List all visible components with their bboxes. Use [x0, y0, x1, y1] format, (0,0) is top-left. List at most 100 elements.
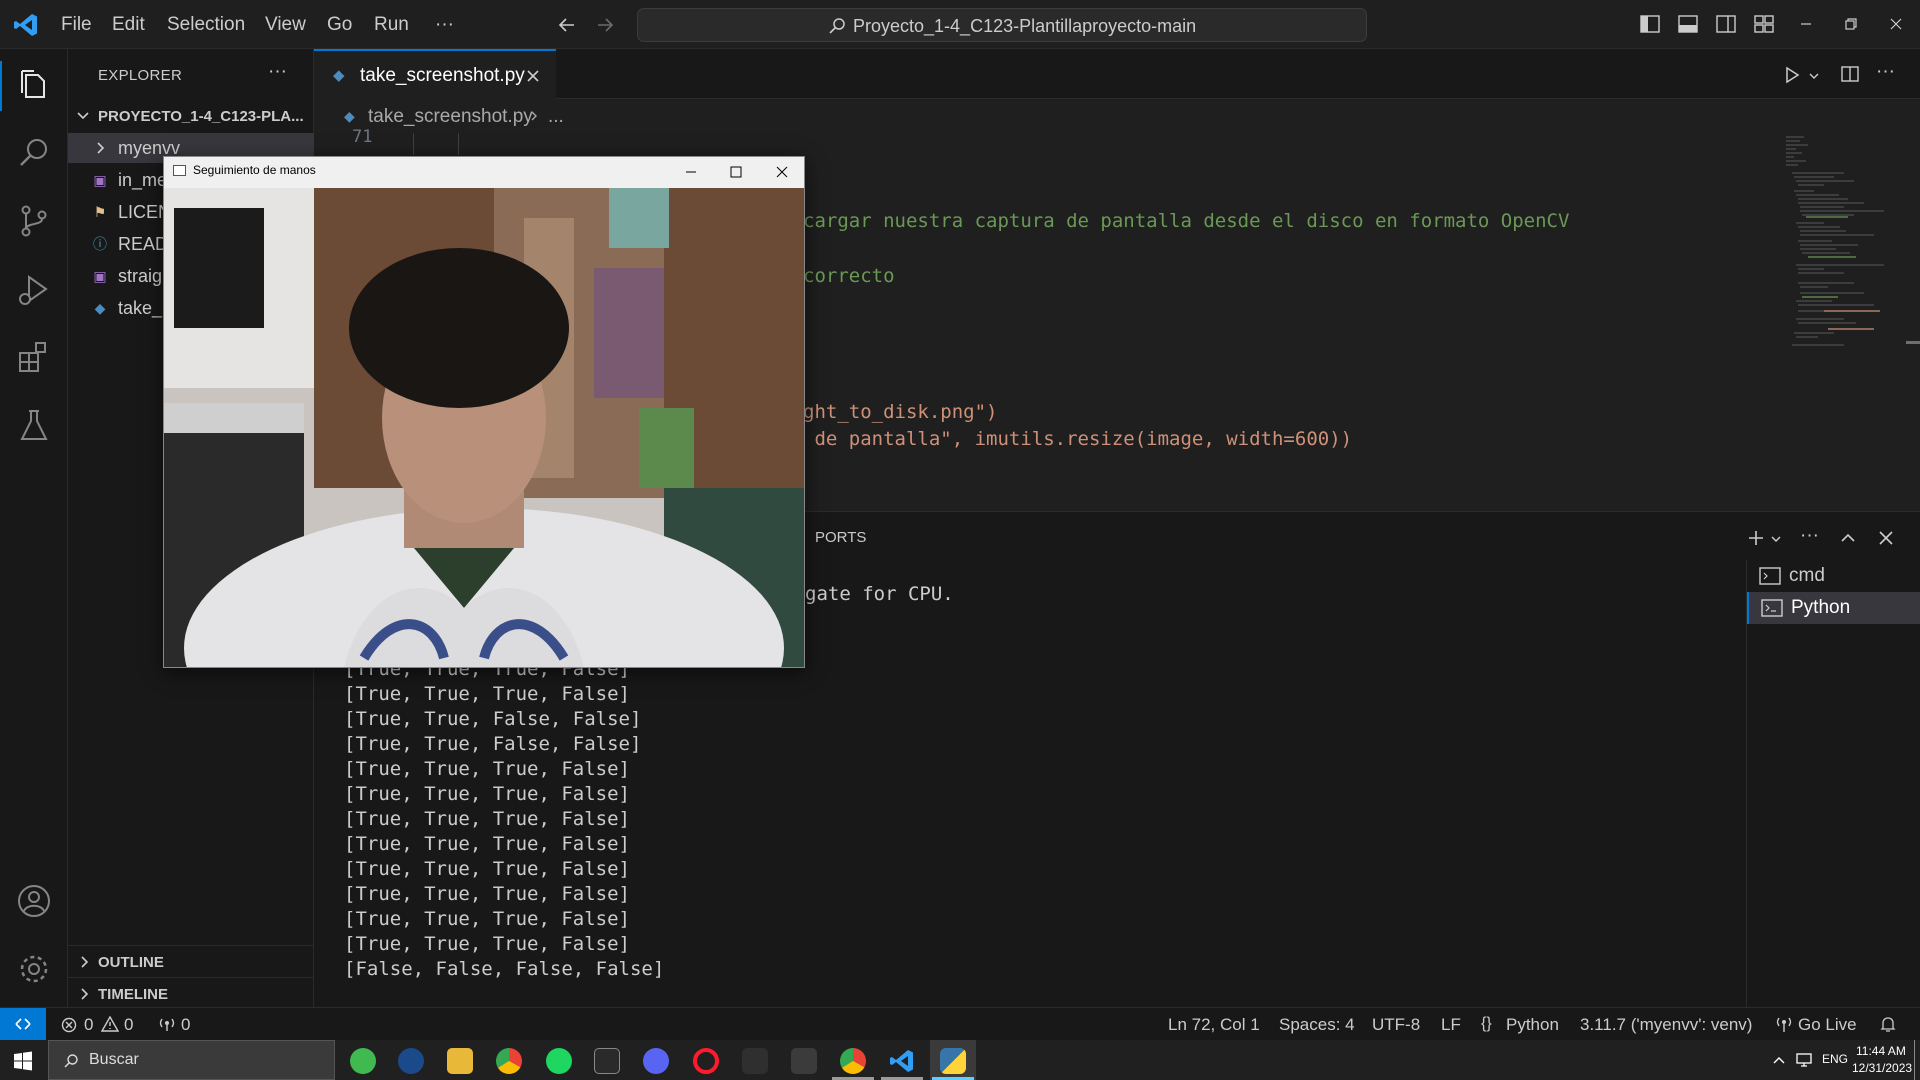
chevron-down-icon[interactable] [1808, 70, 1820, 82]
toggle-primary-sidebar-icon[interactable] [1639, 13, 1661, 35]
clock-date[interactable]: 12/31/2023 [1852, 1061, 1912, 1075]
language-indicator[interactable]: ENG [1822, 1052, 1848, 1066]
image-file-icon: ▣ [93, 172, 107, 188]
broadcast-icon[interactable] [158, 1016, 176, 1032]
python-interpreter[interactable]: 3.11.7 ('myenvv': venv) [1580, 1015, 1752, 1035]
indent-guide [458, 133, 459, 155]
close-panel-icon[interactable] [1876, 528, 1896, 548]
python-file-icon: ◆ [333, 67, 345, 84]
indentation[interactable]: Spaces: 4 [1279, 1015, 1355, 1035]
chrome-app-icon[interactable] [840, 1048, 866, 1074]
go-live-icon[interactable] [1776, 1016, 1792, 1033]
run-debug-icon[interactable] [14, 269, 54, 309]
minimap[interactable] [1784, 133, 1904, 511]
steam-app-icon[interactable] [398, 1048, 424, 1074]
restore-icon[interactable] [1840, 13, 1862, 35]
go-live-button[interactable]: Go Live [1798, 1015, 1857, 1035]
windows-taskbar: Buscar ENG 11:44 AM 12/31/2023 [0, 1040, 1920, 1080]
clock-time[interactable]: 11:44 AM [1856, 1044, 1906, 1058]
remote-indicator[interactable] [0, 1008, 46, 1040]
explorer-title: EXPLORER [98, 67, 183, 84]
explorer-more-button[interactable]: ··· [268, 61, 287, 83]
music-app-icon[interactable] [791, 1048, 817, 1074]
menu-selection[interactable]: Selection [167, 14, 245, 36]
terminal-item-python[interactable]: Python [1747, 592, 1920, 624]
breadcrumb-more[interactable]: ... [548, 106, 564, 128]
panel-more-icon[interactable]: ··· [1800, 525, 1819, 547]
command-center[interactable]: Proyecto_1-4_C123-Plantillaproyecto-main [637, 8, 1367, 42]
chevron-up-icon[interactable] [1772, 1054, 1786, 1066]
window-app-icon [173, 165, 186, 176]
vscode-app-icon[interactable] [889, 1048, 915, 1074]
terminal-line: [True, True, True, False] [344, 683, 630, 705]
camera-window[interactable]: Seguimiento de manos [163, 156, 805, 668]
chevron-right-icon [81, 988, 89, 1000]
chevron-down-icon[interactable] [1770, 533, 1782, 545]
testing-icon[interactable] [14, 405, 54, 445]
toggle-panel-icon[interactable] [1677, 13, 1699, 35]
opera-app-icon[interactable] [693, 1048, 719, 1074]
split-editor-icon[interactable] [1840, 64, 1860, 84]
explorer-icon[interactable] [14, 65, 54, 105]
extensions-icon[interactable] [14, 337, 54, 377]
notifications-bell-icon[interactable] [1880, 1016, 1896, 1033]
active-indicator [0, 61, 2, 111]
menu-go[interactable]: Go [327, 14, 352, 36]
discord-app-icon[interactable] [643, 1048, 669, 1074]
menu-file[interactable]: File [61, 14, 92, 36]
close-tab-icon[interactable] [526, 69, 540, 83]
show-desktop-button[interactable] [1914, 1040, 1915, 1080]
xbox-app-icon[interactable] [350, 1048, 376, 1074]
settings-gear-icon[interactable] [14, 949, 54, 989]
language-mode[interactable]: Python [1506, 1015, 1559, 1035]
timeline-section[interactable]: TIMELINE [68, 977, 314, 1009]
close-window-icon[interactable] [1885, 13, 1907, 35]
chrome-app-icon[interactable] [496, 1048, 522, 1074]
terminal-item-cmd[interactable]: cmd [1747, 560, 1920, 592]
minimize-icon[interactable] [1795, 13, 1817, 35]
menu-more[interactable]: ··· [435, 14, 454, 36]
tab-take-screenshot[interactable]: ◆ take_screenshot.py [314, 49, 556, 99]
terminal-list: cmd Python [1746, 560, 1920, 1008]
encoding[interactable]: UTF-8 [1372, 1015, 1420, 1035]
warning-count[interactable]: 0 [124, 1015, 133, 1035]
maximize-panel-icon[interactable] [1838, 528, 1858, 548]
back-arrow-icon[interactable] [556, 14, 578, 36]
menu-edit[interactable]: Edit [112, 14, 145, 36]
error-icon[interactable] [61, 1017, 77, 1033]
breadcrumb-file[interactable]: take_screenshot.py [368, 106, 533, 128]
license-icon: ⚑ [93, 204, 107, 220]
taskbar-search-box[interactable]: Buscar [48, 1040, 335, 1080]
ports-count[interactable]: 0 [181, 1015, 190, 1035]
customize-layout-icon[interactable] [1753, 13, 1775, 35]
new-terminal-icon[interactable] [1746, 528, 1766, 548]
spotify-app-icon[interactable] [546, 1048, 572, 1074]
account-icon[interactable] [14, 881, 54, 921]
line-ending[interactable]: LF [1441, 1015, 1461, 1035]
source-control-icon[interactable] [14, 201, 54, 241]
menu-run[interactable]: Run [374, 14, 409, 36]
minimize-icon[interactable] [684, 165, 698, 179]
scrollbar-thumb[interactable] [1906, 341, 1920, 344]
forward-arrow-icon[interactable] [594, 14, 616, 36]
outline-section[interactable]: OUTLINE [68, 945, 314, 977]
menu-view[interactable]: View [265, 14, 306, 36]
windows-start-icon[interactable] [13, 1051, 33, 1071]
app-icon[interactable] [742, 1048, 768, 1074]
search-icon [64, 1054, 78, 1068]
network-icon[interactable] [1795, 1052, 1813, 1068]
epic-games-icon[interactable] [594, 1048, 620, 1074]
python-window-button[interactable] [930, 1040, 976, 1080]
close-icon[interactable] [775, 165, 789, 179]
file-explorer-icon[interactable] [447, 1048, 473, 1074]
language-braces-icon[interactable]: {} [1481, 1015, 1492, 1033]
warning-icon[interactable] [101, 1016, 119, 1032]
editor-more-icon[interactable]: ··· [1876, 61, 1895, 83]
workspace-root[interactable]: PROYECTO_1-4_C123-PLA... [68, 101, 314, 131]
run-file-icon[interactable] [1782, 65, 1802, 85]
cursor-position[interactable]: Ln 72, Col 1 [1168, 1015, 1260, 1035]
maximize-icon[interactable] [729, 165, 743, 179]
search-icon[interactable] [14, 133, 54, 173]
error-count[interactable]: 0 [84, 1015, 93, 1035]
toggle-secondary-sidebar-icon[interactable] [1715, 13, 1737, 35]
